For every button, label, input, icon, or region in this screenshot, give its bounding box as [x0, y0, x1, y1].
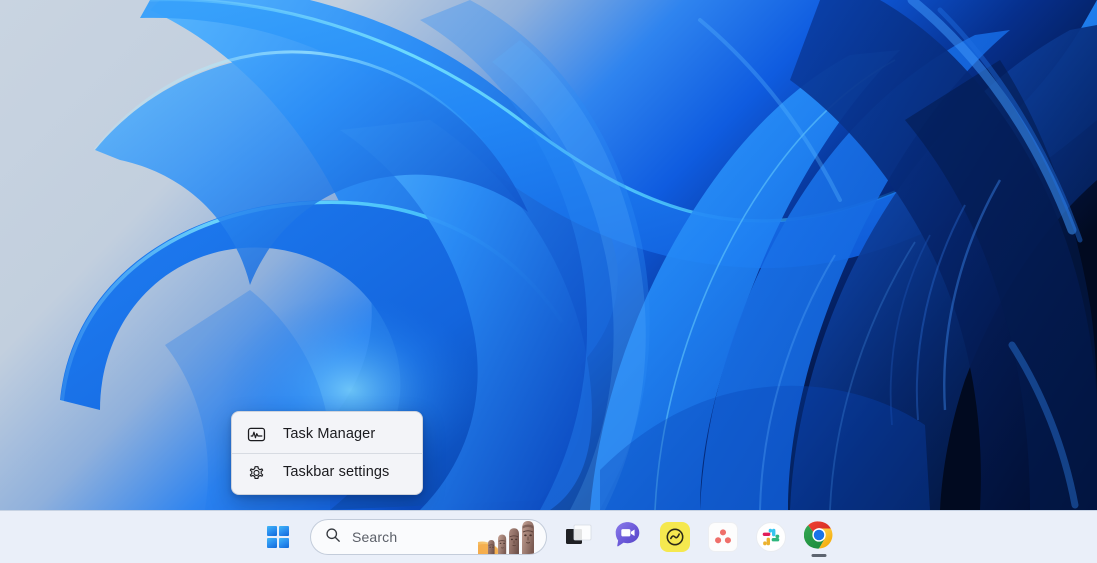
moai-statues-image	[478, 520, 546, 554]
asana-button[interactable]	[701, 515, 745, 559]
windows-logo-icon	[267, 526, 289, 548]
search-input[interactable]: Search	[310, 519, 547, 555]
search-icon	[325, 527, 341, 548]
desktop-wallpaper[interactable]	[0, 0, 1097, 510]
slack-button[interactable]	[749, 515, 793, 559]
chrome-icon	[803, 520, 834, 555]
task-view-icon	[565, 522, 593, 553]
teams-chat-icon	[613, 520, 642, 554]
desktop[interactable]: Task Manager Taskbar settings Search	[0, 0, 1097, 563]
taskbar[interactable]: Search	[0, 510, 1097, 563]
yellow-wave-app-icon	[660, 522, 690, 552]
moai-4	[522, 521, 534, 554]
gear-icon	[246, 462, 266, 482]
asana-icon	[708, 522, 738, 552]
running-indicator	[811, 554, 827, 557]
chat-button[interactable]	[605, 515, 649, 559]
menu-item-task-manager[interactable]: Task Manager	[232, 415, 422, 453]
slack-icon	[756, 522, 786, 552]
moai-3	[509, 528, 519, 554]
chrome-button[interactable]	[797, 515, 841, 559]
task-view-button[interactable]	[557, 515, 601, 559]
start-button[interactable]	[256, 515, 300, 559]
moai-2	[498, 534, 507, 554]
task-manager-icon	[246, 424, 266, 444]
menu-item-label: Task Manager	[283, 426, 376, 442]
menu-item-taskbar-settings[interactable]: Taskbar settings	[232, 453, 422, 491]
app-button-yellow[interactable]	[653, 515, 697, 559]
moai-1	[488, 540, 495, 554]
search-placeholder: Search	[352, 529, 398, 545]
menu-item-label: Taskbar settings	[283, 464, 390, 480]
taskbar-center-group: Search	[256, 511, 841, 563]
taskbar-context-menu[interactable]: Task Manager Taskbar settings	[231, 411, 423, 495]
